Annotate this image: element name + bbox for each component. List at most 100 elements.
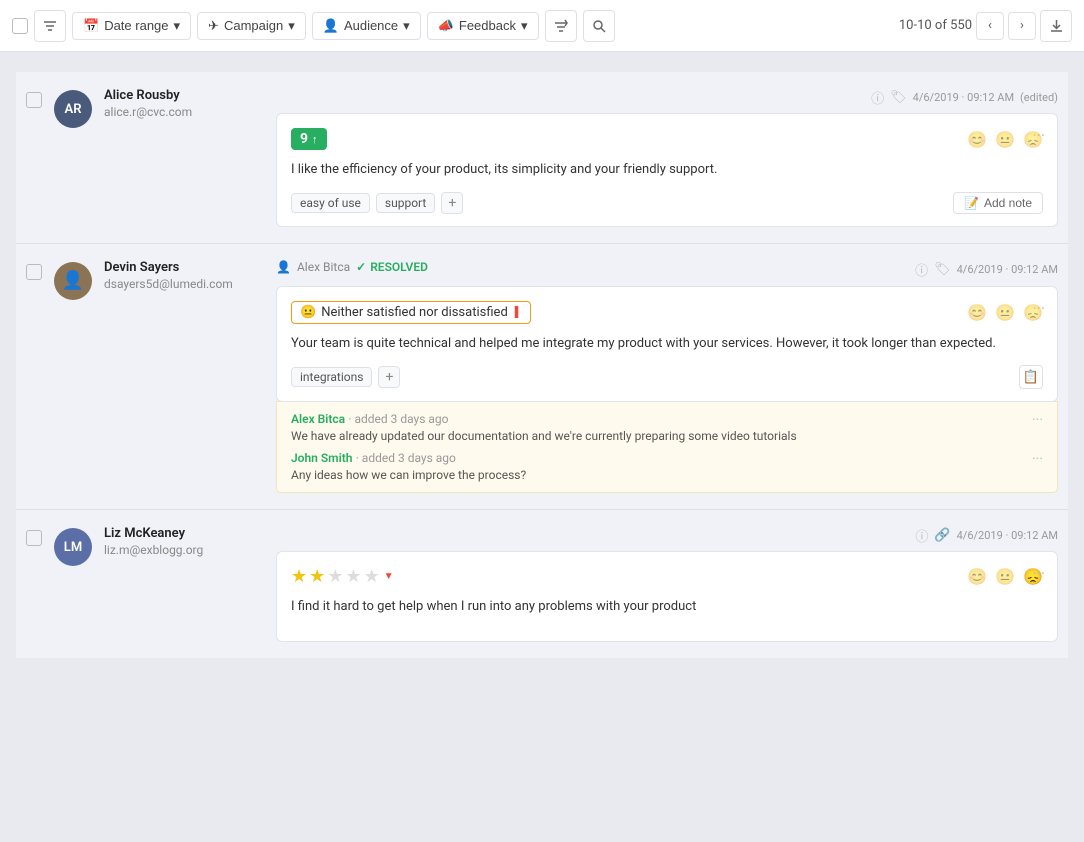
campaign-icon: ✈ [208, 18, 219, 34]
chevron-icon: ▾ [521, 18, 528, 34]
tag-item: easy of use [291, 193, 370, 213]
select-all-checkbox[interactable] [12, 18, 28, 34]
feedback-card: ··· ★ ★ ★ ★ ★ ▼ 😊 😐 😞 [276, 551, 1058, 642]
feedback-btn[interactable]: 📣 Feedback ▾ [427, 12, 539, 40]
feedback-label: Feedback [459, 18, 516, 33]
date-range-btn[interactable]: 📅 Date range ▾ [72, 12, 191, 40]
resolved-badge: ✓ RESOLVED [356, 260, 428, 274]
feedback-text: Your team is quite technical and helped … [291, 334, 1043, 354]
audience-icon: 👤 [323, 18, 339, 34]
contact-info: Alice Rousby alice.r@cvc.com [104, 88, 264, 119]
feedback-row: 👤 Devin Sayers dsayers5d@lumedi.com 👤 Al… [16, 244, 1068, 511]
pagination: 10-10 of 550 ‹ › [899, 10, 1072, 42]
note-more-btn[interactable]: ··· [1032, 451, 1043, 467]
neutral-emoji-btn[interactable]: 😐 [995, 567, 1015, 586]
note-author: Alex Bitca [291, 412, 345, 426]
filter-icon-btn[interactable] [34, 10, 66, 42]
score-value: 9 [300, 131, 308, 147]
contact-name: Devin Sayers [104, 260, 264, 275]
campaign-label: Campaign [224, 18, 283, 33]
card-header: ★ ★ ★ ★ ★ ▼ 😊 😐 😞 [291, 566, 1043, 587]
download-btn[interactable] [1040, 10, 1072, 42]
avatar: AR [54, 90, 92, 128]
feedback-text: I like the efficiency of your product, i… [291, 160, 1043, 180]
happy-emoji-btn[interactable]: 😊 [967, 130, 987, 149]
contact-email: dsayers5d@lumedi.com [104, 277, 264, 291]
feedback-card: ··· 😐 Neither satisfied nor dissatisfied… [276, 286, 1058, 403]
card-footer: easy of use support + 📝 Add note [291, 192, 1043, 214]
row-checkbox[interactable] [26, 530, 42, 546]
tag-icon: 🏷 [890, 90, 907, 105]
neutral-emoji-btn[interactable]: 😐 [995, 130, 1015, 149]
satisfaction-badge: 😐 Neither satisfied nor dissatisfied ▌ [291, 301, 531, 324]
resolved-label: RESOLVED [370, 260, 428, 274]
contact-email: liz.m@exblogg.org [104, 543, 264, 557]
note-item: Alex Bitca · added 3 days ago We have al… [291, 412, 1043, 443]
info-icon: ⓘ [915, 526, 928, 545]
tag-item: support [376, 193, 435, 213]
add-note-label: Add note [984, 196, 1032, 210]
contact-name: Liz McKeaney [104, 526, 264, 541]
prev-page-btn[interactable]: ‹ [976, 12, 1004, 40]
sad-emoji-btn[interactable]: 😞 [1023, 130, 1043, 149]
happy-emoji-btn[interactable]: 😊 [967, 303, 987, 322]
avatar: 👤 [54, 262, 92, 300]
happy-emoji-btn[interactable]: 😊 [967, 567, 987, 586]
campaign-btn[interactable]: ✈ Campaign ▾ [197, 12, 306, 40]
search-icon-btn[interactable] [583, 10, 615, 42]
star-5: ★ [364, 566, 380, 587]
note-meta: · added 3 days ago [348, 412, 448, 426]
contact-info: Liz McKeaney liz.m@exblogg.org [104, 526, 264, 557]
date-range-label: Date range [104, 18, 168, 33]
resolved-row: 👤 Alex Bitca ✓ RESOLVED [276, 260, 909, 274]
emoji-actions: 😊 😐 😞 [967, 130, 1043, 149]
feedback-row: LM Liz McKeaney liz.m@exblogg.org ⓘ 🔗 4/… [16, 510, 1068, 658]
indicator: ▌ [515, 307, 522, 318]
note-icon-btn[interactable]: 📋 [1019, 365, 1043, 389]
notes-section: Alex Bitca · added 3 days ago We have al… [276, 401, 1058, 493]
chevron-icon: ▾ [174, 18, 181, 34]
sort-icon-btn[interactable] [545, 10, 577, 42]
feedback-card-wrapper: ⓘ 🏷 4/6/2019 · 09:12 AM (edited) ··· 9 ↑… [276, 88, 1058, 227]
more-options-btn[interactable]: ··· [1032, 564, 1045, 583]
tags: integrations + [291, 366, 400, 388]
sad-emoji-btn[interactable]: 😞 [1023, 303, 1043, 322]
next-page-btn[interactable]: › [1008, 12, 1036, 40]
feedback-icon: 📣 [438, 18, 454, 34]
toolbar: 📅 Date range ▾ ✈ Campaign ▾ 👤 Audience ▾… [0, 0, 1084, 52]
add-tag-btn[interactable]: + [441, 192, 463, 214]
main-content: AR Alice Rousby alice.r@cvc.com ⓘ 🏷 4/6/… [0, 52, 1084, 678]
tags: easy of use support + [291, 192, 463, 214]
contact-email: alice.r@cvc.com [104, 105, 264, 119]
row-checkbox[interactable] [26, 264, 42, 280]
note-text: We have already updated our documentatio… [291, 429, 797, 443]
meta-date: 4/6/2019 · 09:12 AM [957, 529, 1058, 542]
card-meta: ⓘ 🏷 4/6/2019 · 09:12 AM (edited) [276, 88, 1058, 107]
contact-info: Devin Sayers dsayers5d@lumedi.com [104, 260, 264, 291]
emoji-neutral: 😐 [300, 305, 316, 320]
card-footer: integrations + 📋 [291, 365, 1043, 389]
meta-date: 4/6/2019 · 09:12 AM [957, 263, 1058, 276]
neutral-emoji-btn[interactable]: 😐 [995, 303, 1015, 322]
add-note-btn[interactable]: 📝 Add note [953, 192, 1043, 214]
note-item: John Smith · added 3 days ago Any ideas … [291, 451, 1043, 482]
audience-btn[interactable]: 👤 Audience ▾ [312, 12, 421, 40]
note-more-btn[interactable]: ··· [1032, 412, 1043, 428]
note-author: John Smith [291, 451, 352, 465]
note-text: Any ideas how we can improve the process… [291, 468, 526, 482]
feedback-card-wrapper: 👤 Alex Bitca ✓ RESOLVED ⓘ 🏷 4/6/2019 · 0… [276, 260, 1058, 494]
feedback-text: I find it hard to get help when I run in… [291, 597, 1043, 617]
tag-icon: 🏷 [934, 262, 951, 277]
pagination-text: 10-10 of 550 [899, 18, 972, 33]
star-4: ★ [345, 566, 361, 587]
row-checkbox[interactable] [26, 92, 42, 108]
person-icon: 👤 [276, 260, 291, 274]
avatar: LM [54, 528, 92, 566]
emoji-actions: 😊 😐 😞 [967, 303, 1043, 322]
feedback-card: ··· 9 ↑ 😊 😐 😞 I like the efficiency of y… [276, 113, 1058, 227]
add-tag-btn[interactable]: + [378, 366, 400, 388]
score-arrow: ↑ [312, 133, 318, 146]
score-badge: 9 ↑ [291, 128, 327, 150]
card-header: 9 ↑ 😊 😐 😞 [291, 128, 1043, 150]
calendar-icon: 📅 [83, 18, 99, 34]
